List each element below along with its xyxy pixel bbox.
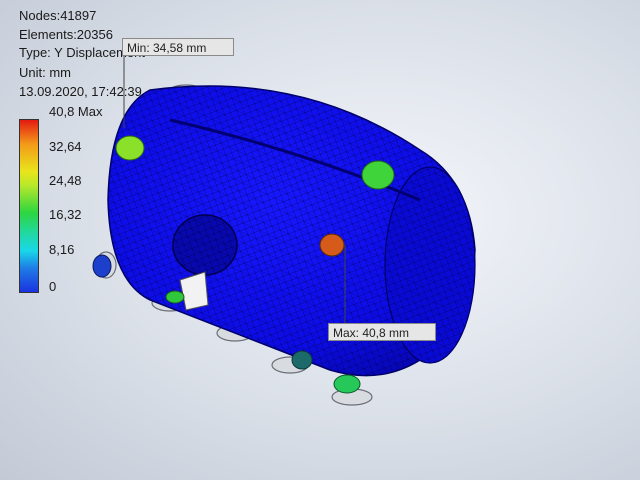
- legend-tick: 32,64: [49, 139, 82, 154]
- legend-tick: 16,32: [49, 207, 82, 222]
- legend-tick: 8,16: [49, 242, 75, 257]
- elements-count: Elements:20356: [19, 27, 113, 42]
- legend-max-label: 40,8 Max: [49, 104, 103, 119]
- min-value-callout[interactable]: Min: 34,58 mm: [122, 38, 234, 56]
- legend-tick: 0: [49, 279, 57, 294]
- max-value-callout[interactable]: Max: 40,8 mm: [328, 323, 436, 341]
- timestamp: 13.09.2020, 17:42:39: [19, 84, 142, 99]
- result-unit: Unit: mm: [19, 65, 71, 80]
- fea-model-viewport[interactable]: [0, 0, 640, 480]
- nodes-count: Nodes:41897: [19, 8, 97, 23]
- legend-tick: 24,48: [49, 173, 82, 188]
- color-legend-bar: [19, 119, 39, 293]
